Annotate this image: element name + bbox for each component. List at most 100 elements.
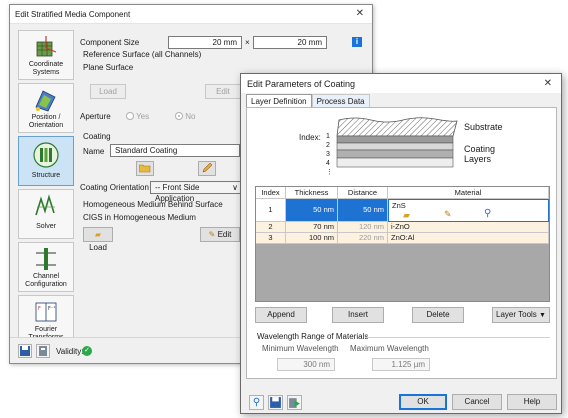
layer-tools-label: Layer Tools: [496, 310, 537, 319]
save-icon[interactable]: [18, 344, 32, 358]
validity-check-icon: ✓: [82, 346, 92, 356]
size-x-input[interactable]: 20 mm: [168, 36, 242, 49]
magnifier-icon[interactable]: ⚲: [484, 208, 491, 219]
info-icon[interactable]: i: [352, 37, 362, 47]
header-thickness: Thickness: [286, 187, 338, 199]
sidebar-item-position-orientation[interactable]: Position / Orientation: [18, 83, 74, 133]
table-header-row: Index Thickness Distance Material: [256, 187, 549, 199]
coating-name-field[interactable]: Standard Coating: [110, 144, 240, 157]
header-material: Material: [388, 187, 549, 199]
sidebar-label: Configuration: [25, 281, 67, 288]
cell-thickness[interactable]: 50 nm: [286, 199, 338, 222]
min-wavelength-field[interactable]: 300 nm: [277, 358, 335, 371]
max-wavelength-field[interactable]: 1.125 µm: [372, 358, 430, 371]
homogeneous-load-label: Load: [89, 243, 107, 252]
cell-distance[interactable]: 50 nm: [338, 199, 388, 222]
min-wavelength-label: Minimum Wavelength: [262, 344, 339, 353]
max-wavelength-label: Maximum Wavelength: [350, 344, 429, 353]
table-row[interactable]: 1 50 nm 50 nm ZnS ▰ ✎ ⚲: [256, 199, 549, 222]
coating-load-button[interactable]: [136, 161, 154, 176]
homogeneous-load-button[interactable]: ▰ Load: [83, 227, 113, 252]
reference-surface-value: Plane Surface: [83, 63, 134, 72]
cell-thickness[interactable]: 100 nm: [286, 233, 338, 244]
floppy-disk-icon: [270, 397, 281, 408]
cell-thickness[interactable]: 70 nm: [286, 222, 338, 233]
insert-button[interactable]: Insert: [332, 307, 384, 323]
homogeneous-medium-title: Homogeneous Medium Behind Surface: [83, 200, 223, 209]
diagram-index-more: ⋮: [326, 169, 333, 176]
reference-edit-button[interactable]: Edit: [205, 84, 241, 99]
ok-button[interactable]: OK: [399, 394, 447, 410]
back-window-close-icon[interactable]: ✕: [356, 8, 364, 19]
sidebar-item-channel-configuration[interactable]: Channel Configuration: [18, 242, 74, 292]
coating-orientation-label: Coating Orientation: [80, 183, 149, 192]
help-button[interactable]: Help: [507, 394, 557, 410]
aperture-yes-radio[interactable]: Yes: [126, 112, 149, 121]
diagram-index-label: Index:: [299, 133, 321, 142]
sidebar: Coordinate Systems Position / Orientatio…: [18, 30, 74, 345]
catalog-arrow-icon: [289, 398, 300, 408]
front-window-title: Edit Parameters of Coating: [247, 78, 356, 89]
cell-distance[interactable]: 220 nm: [338, 233, 388, 244]
save-icon[interactable]: [268, 395, 283, 410]
cell-index: 3: [256, 233, 286, 244]
solver-icon: [35, 194, 55, 216]
catalog-icon[interactable]: [36, 344, 50, 358]
sidebar-label: Coordinate: [28, 61, 64, 68]
layer-tools-dropdown[interactable]: Layer Tools ▼: [492, 307, 550, 323]
diagram-index-4: 4: [326, 160, 330, 167]
sidebar-item-structure[interactable]: Structure: [18, 136, 74, 186]
folder-icon: ▰: [94, 230, 102, 239]
coating-title: Coating: [83, 132, 111, 141]
reference-surface-title: Reference Surface (all Channels): [83, 50, 202, 59]
cell-index: 2: [256, 222, 286, 233]
front-window-close-icon[interactable]: ✕: [544, 78, 552, 89]
cell-distance[interactable]: 120 nm: [338, 222, 388, 233]
sidebar-label: Solver: [36, 223, 56, 230]
coating-parameters-window: Edit Parameters of Coating ✕ Layer Defin…: [240, 73, 562, 414]
size-y-input[interactable]: 20 mm: [253, 36, 327, 49]
cell-material[interactable]: ZnO:Al: [388, 233, 549, 244]
structure-icon: [33, 142, 59, 168]
diagram-index-2: 2: [326, 142, 330, 149]
cell-material[interactable]: ZnS ▰ ✎ ⚲: [388, 199, 549, 222]
validity-label: Validity:: [56, 347, 84, 356]
sidebar-item-solver[interactable]: Solver: [18, 189, 74, 239]
tab-process-data[interactable]: Process Data: [311, 94, 370, 108]
diagram-index-1: 1: [326, 133, 330, 140]
chevron-down-icon: ∨: [232, 183, 238, 192]
component-size-label: Component Size: [80, 38, 140, 47]
homogeneous-medium-value: CIGS in Homogeneous Medium: [83, 213, 196, 222]
catalog-icon[interactable]: [287, 395, 302, 410]
folder-icon[interactable]: ▰: [403, 210, 410, 221]
sidebar-item-coordinate-systems[interactable]: Coordinate Systems: [18, 30, 74, 80]
floppy-disk-icon: [20, 346, 30, 356]
cell-material[interactable]: i-ZnO: [388, 222, 549, 233]
folder-icon: [138, 164, 151, 173]
coating-orientation-dropdown[interactable]: -- Front Side Application ∨: [150, 181, 242, 203]
search-icon[interactable]: ⚲: [249, 395, 264, 410]
table-row[interactable]: 3 100 nm 220 nm ZnO:Al: [256, 233, 549, 244]
sidebar-label: Channel: [32, 273, 60, 280]
homogeneous-edit-label: Edit: [217, 230, 232, 239]
magnifier-glyph-icon: ⚲: [252, 397, 261, 408]
tab-bar: Layer Definition Process Data: [246, 94, 370, 108]
tab-layer-definition[interactable]: Layer Definition: [246, 94, 312, 108]
aperture-no-radio[interactable]: No: [175, 112, 195, 121]
homogeneous-edit-button[interactable]: ✎ Edit: [200, 227, 240, 242]
front-window-titlebar: Edit Parameters of Coating: [241, 74, 561, 93]
reference-load-button[interactable]: Load: [90, 84, 126, 99]
aperture-no-label: No: [185, 112, 196, 121]
layer-stack-diagram: [336, 117, 458, 168]
append-button[interactable]: Append: [255, 307, 307, 323]
aperture-label: Aperture: [80, 112, 111, 121]
layer-definition-pane: Index: 1 2 3 4 ⋮ Substrate Coating Layer…: [246, 107, 557, 379]
cancel-button[interactable]: Cancel: [452, 394, 502, 410]
pencil-icon[interactable]: ✎: [444, 209, 452, 220]
sidebar-label: Position /: [31, 114, 61, 121]
coating-edit-button[interactable]: [198, 161, 216, 176]
delete-button[interactable]: Delete: [412, 307, 464, 323]
table-row[interactable]: 2 70 nm 120 nm i-ZnO: [256, 222, 549, 233]
sidebar-label: Orientation: [28, 122, 64, 129]
pencil-icon: [202, 162, 213, 173]
